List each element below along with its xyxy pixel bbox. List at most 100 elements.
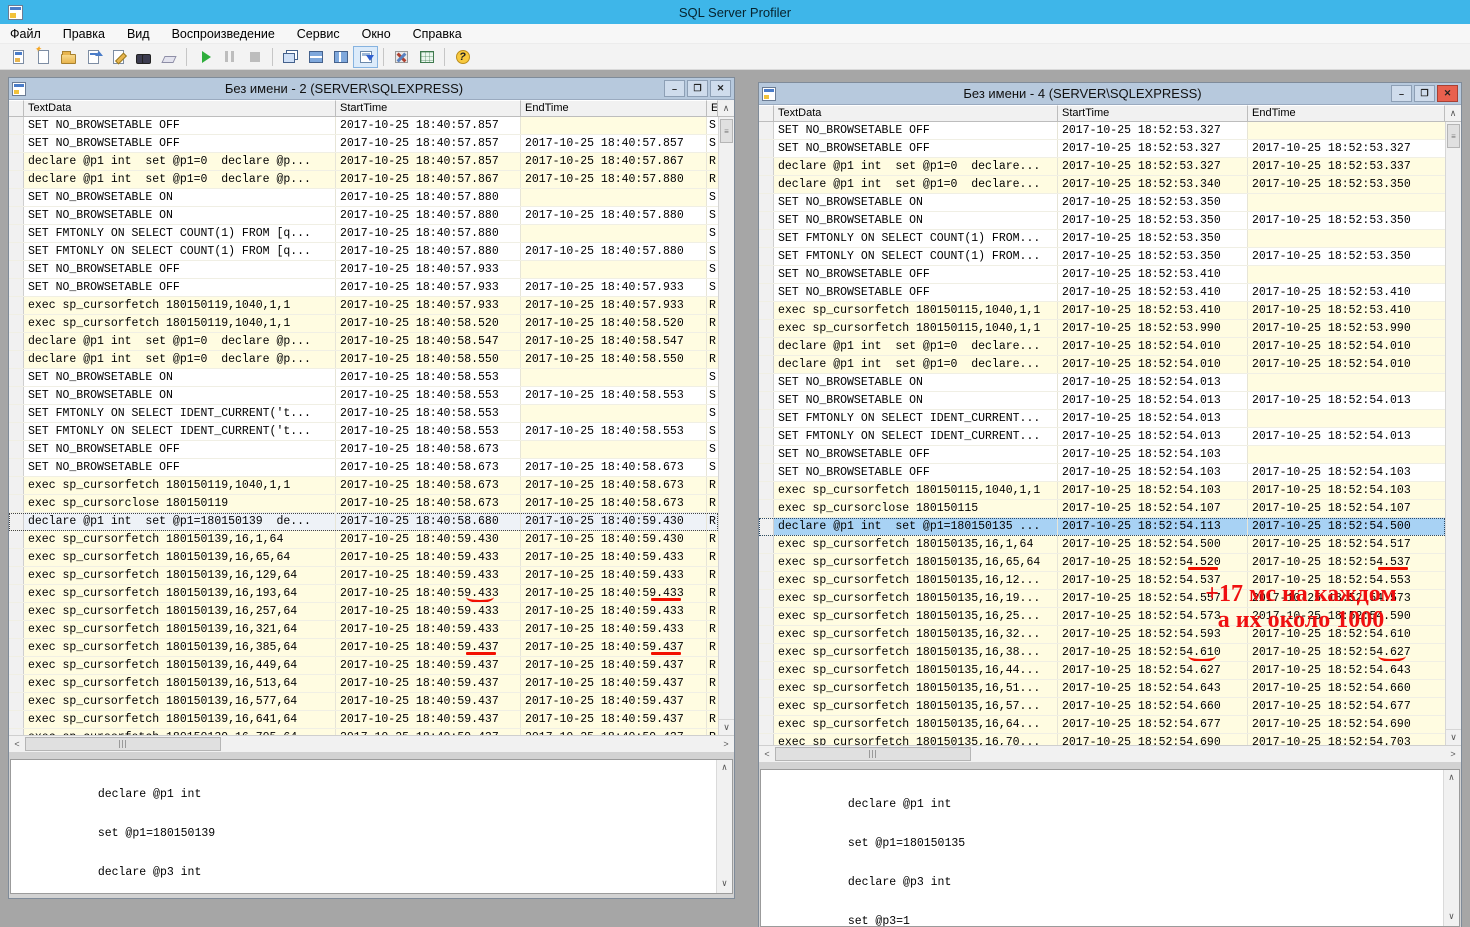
table-row[interactable]: SET NO_BROWSETABLE ON 2017-10-25 18:40:5… — [9, 189, 718, 207]
column-header-textdata[interactable]: TextData — [24, 100, 336, 117]
horizontal-scrollbar[interactable]: < > — [759, 745, 1461, 762]
column-header-textdata[interactable]: TextData — [774, 105, 1058, 122]
close-button[interactable]: ✕ — [710, 80, 731, 97]
table-row[interactable]: SET NO_BROWSETABLE ON 2017-10-25 18:40:5… — [9, 207, 718, 225]
maximize-button[interactable]: ❒ — [687, 80, 708, 97]
menu-item[interactable]: Файл — [10, 27, 41, 41]
table-row[interactable]: exec sp_cursorfetch 180150139,16,705,64 … — [9, 729, 718, 735]
table-row[interactable]: declare @p1 int set @p1=0 declare @p... … — [9, 153, 718, 171]
trace-window-2-titlebar[interactable]: Без имени - 2 (SERVER\SQLEXPRESS) – ❒ ✕ — [9, 78, 734, 100]
scrollbar-thumb[interactable] — [775, 747, 971, 761]
table-row[interactable]: SET NO_BROWSETABLE OFF 2017-10-25 18:52:… — [759, 122, 1445, 140]
table-row[interactable]: exec sp_cursorclose 180150119 2017-10-25… — [9, 495, 718, 513]
auto-scroll-button[interactable] — [353, 46, 378, 68]
scroll-down-button[interactable]: ∨ — [722, 878, 727, 891]
vertical-scrollbar[interactable]: ∧ ∨ — [716, 760, 732, 893]
table-row[interactable]: SET NO_BROWSETABLE OFF 2017-10-25 18:52:… — [759, 464, 1445, 482]
table-row[interactable]: declare @p1 int set @p1=0 declare @p... … — [9, 351, 718, 369]
table-row[interactable]: SET NO_BROWSETABLE OFF 2017-10-25 18:52:… — [759, 284, 1445, 302]
menu-item[interactable]: Воспроизведение — [172, 27, 275, 41]
table-row[interactable]: exec sp_cursorfetch 180150135,16,64... 2… — [759, 716, 1445, 734]
table-row[interactable]: declare @p1 int set @p1=0 declare... 201… — [759, 158, 1445, 176]
column-header-endtime[interactable]: EndTime — [521, 100, 707, 117]
scroll-down-button[interactable]: ∨ — [1446, 729, 1461, 745]
table-row[interactable]: exec sp_cursorfetch 180150139,16,577,64 … — [9, 693, 718, 711]
scroll-down-button[interactable]: ∨ — [1449, 911, 1454, 924]
scrollbar-thumb[interactable] — [25, 737, 221, 751]
scroll-up-button[interactable]: ∧ — [1449, 772, 1454, 785]
table-row[interactable]: exec sp_cursorfetch 180150139,16,193,64 … — [9, 585, 718, 603]
menu-item[interactable]: Вид — [127, 27, 150, 41]
table-row[interactable]: exec sp_cursorfetch 180150139,16,1,64 20… — [9, 531, 718, 549]
table-row[interactable]: SET NO_BROWSETABLE OFF 2017-10-25 18:52:… — [759, 266, 1445, 284]
table-row[interactable]: SET FMTONLY ON SELECT COUNT(1) FROM... 2… — [759, 230, 1445, 248]
save-trace-button[interactable] — [81, 46, 106, 68]
column-header-eventclass[interactable]: E — [707, 100, 718, 117]
table-row[interactable]: SET NO_BROWSETABLE ON 2017-10-25 18:40:5… — [9, 387, 718, 405]
table-row[interactable]: SET FMTONLY ON SELECT IDENT_CURRENT('t..… — [9, 405, 718, 423]
table-row[interactable]: SET NO_BROWSETABLE OFF 2017-10-25 18:40:… — [9, 459, 718, 477]
options-button[interactable] — [389, 46, 414, 68]
table-row[interactable]: SET FMTONLY ON SELECT COUNT(1) FROM... 2… — [759, 248, 1445, 266]
table-row[interactable]: SET NO_BROWSETABLE ON 2017-10-25 18:52:5… — [759, 374, 1445, 392]
pane-splitter[interactable] — [759, 762, 1461, 769]
table-row[interactable]: declare @p1 int set @p1=180150139 de... … — [9, 513, 718, 531]
table-row[interactable]: SET NO_BROWSETABLE OFF 2017-10-25 18:52:… — [759, 446, 1445, 464]
vertical-scrollbar[interactable]: ≡ ∨ — [1445, 122, 1461, 745]
table-row[interactable]: declare @p1 int set @p1=0 declare @p... … — [9, 333, 718, 351]
table-row[interactable]: exec sp_cursorfetch 180150135,16,65,64 2… — [759, 554, 1445, 572]
scroll-left-button[interactable]: < — [759, 746, 775, 762]
pause-replay-button[interactable] — [217, 46, 242, 68]
table-row[interactable]: SET NO_BROWSETABLE OFF 2017-10-25 18:40:… — [9, 135, 718, 153]
table-row[interactable]: exec sp_cursorfetch 180150135,16,51... 2… — [759, 680, 1445, 698]
table-row[interactable]: SET FMTONLY ON SELECT IDENT_CURRENT... 2… — [759, 428, 1445, 446]
table-row[interactable]: exec sp_cursorfetch 180150115,1040,1,1 2… — [759, 302, 1445, 320]
table-row[interactable]: exec sp_cursorfetch 180150135,16,57... 2… — [759, 698, 1445, 716]
table-row[interactable]: exec sp_cursorfetch 180150115,1040,1,1 2… — [759, 320, 1445, 338]
table-row[interactable]: SET NO_BROWSETABLE OFF 2017-10-25 18:40:… — [9, 279, 718, 297]
table-row[interactable]: exec sp_cursorfetch 180150135,16,38... 2… — [759, 644, 1445, 662]
vertical-scrollbar[interactable]: ≡ ∨ — [718, 117, 734, 735]
help-button[interactable] — [450, 46, 475, 68]
table-row[interactable]: exec sp_cursorfetch 180150135,16,70... 2… — [759, 734, 1445, 745]
table-row[interactable]: exec sp_cursorfetch 180150139,16,449,64 … — [9, 657, 718, 675]
scroll-right-button[interactable]: > — [1445, 746, 1461, 762]
minimize-button[interactable]: – — [1391, 85, 1412, 102]
scroll-left-button[interactable]: < — [9, 736, 25, 752]
column-header-starttime[interactable]: StartTime — [336, 100, 521, 117]
table-row[interactable]: exec sp_cursorfetch 180150119,1040,1,1 2… — [9, 477, 718, 495]
cascade-windows-button[interactable] — [278, 46, 303, 68]
table-row[interactable]: declare @p1 int set @p1=0 declare @p... … — [9, 171, 718, 189]
table-row[interactable]: exec sp_cursorfetch 180150119,1040,1,1 2… — [9, 297, 718, 315]
table-row[interactable]: SET FMTONLY ON SELECT IDENT_CURRENT... 2… — [759, 410, 1445, 428]
table-row[interactable]: declare @p1 int set @p1=0 declare... 201… — [759, 356, 1445, 374]
scrollbar-thumb[interactable]: ≡ — [720, 119, 733, 143]
table-row[interactable]: exec sp_cursorfetch 180150139,16,641,64 … — [9, 711, 718, 729]
menu-item[interactable]: Окно — [362, 27, 391, 41]
tile-vertical-button[interactable] — [328, 46, 353, 68]
table-row[interactable]: SET NO_BROWSETABLE ON 2017-10-25 18:40:5… — [9, 369, 718, 387]
new-blank-trace-button[interactable] — [31, 46, 56, 68]
scrollbar-thumb[interactable]: ≡ — [1447, 124, 1460, 148]
table-row[interactable]: declare @p1 int set @p1=0 declare... 201… — [759, 338, 1445, 356]
pane-splitter[interactable] — [9, 752, 734, 759]
close-button[interactable]: ✕ — [1437, 85, 1458, 102]
table-row[interactable]: SET NO_BROWSETABLE OFF 2017-10-25 18:40:… — [9, 117, 718, 135]
table-row[interactable]: SET NO_BROWSETABLE ON 2017-10-25 18:52:5… — [759, 194, 1445, 212]
table-row[interactable]: SET NO_BROWSETABLE ON 2017-10-25 18:52:5… — [759, 212, 1445, 230]
scroll-right-button[interactable]: > — [718, 736, 734, 752]
scroll-up-button[interactable]: ∧ — [722, 762, 727, 775]
table-row[interactable]: exec sp_cursorfetch 180150119,1040,1,1 2… — [9, 315, 718, 333]
clear-trace-button[interactable] — [156, 46, 181, 68]
maximize-button[interactable]: ❒ — [1414, 85, 1435, 102]
trace-window-4-titlebar[interactable]: Без имени - 4 (SERVER\SQLEXPRESS) – ❒ ✕ — [759, 83, 1461, 105]
menu-item[interactable]: Правка — [63, 27, 105, 41]
new-trace-button[interactable] — [6, 46, 31, 68]
vertical-scrollbar[interactable]: ∧ ∨ — [1443, 770, 1459, 926]
table-row[interactable]: SET FMTONLY ON SELECT COUNT(1) FROM [q..… — [9, 243, 718, 261]
table-row[interactable]: exec sp_cursorfetch 180150135,16,44... 2… — [759, 662, 1445, 680]
start-replay-button[interactable] — [192, 46, 217, 68]
table-row[interactable]: SET NO_BROWSETABLE ON 2017-10-25 18:52:5… — [759, 392, 1445, 410]
table-row[interactable]: SET FMTONLY ON SELECT COUNT(1) FROM [q..… — [9, 225, 718, 243]
trace-properties-button[interactable] — [106, 46, 131, 68]
